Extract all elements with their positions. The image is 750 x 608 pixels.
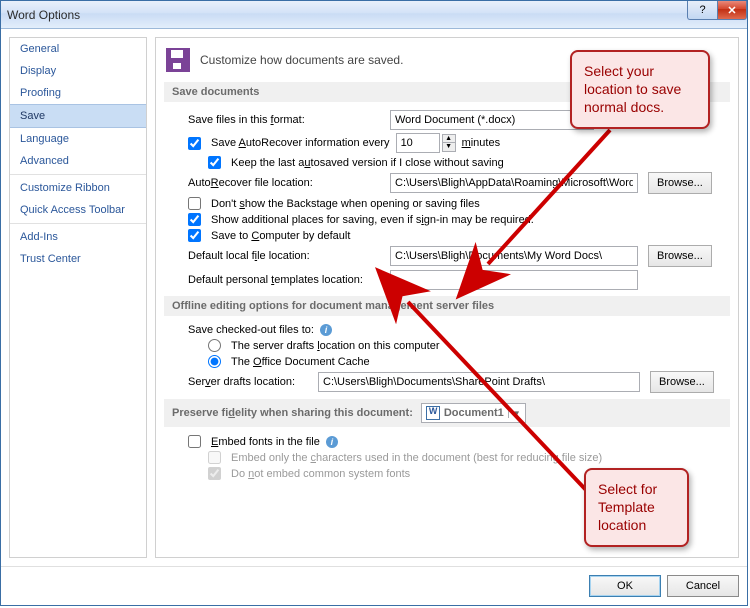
sidebar-item-addins[interactable]: Add-Ins	[10, 226, 146, 248]
keep-last-label: Keep the last autosaved version if I clo…	[231, 157, 504, 169]
page-heading: Customize how documents are saved.	[200, 53, 403, 67]
sidebar-item-trust-center[interactable]: Trust Center	[10, 248, 146, 270]
no-common-fonts-label: Do not embed common system fonts	[231, 468, 410, 480]
sidebar-item-display[interactable]: Display	[10, 60, 146, 82]
callout-bottom: Select for Template location	[584, 468, 689, 547]
server-drafts-label: Server drafts location:	[188, 376, 312, 388]
browse-autorecover-button[interactable]: Browse...	[648, 172, 712, 194]
browse-default-local-button[interactable]: Browse...	[648, 245, 712, 267]
autorecover-loc-input[interactable]	[390, 173, 638, 193]
no-common-fonts-checkbox	[208, 467, 221, 480]
default-local-input[interactable]	[390, 246, 638, 266]
sidebar-item-quick-access[interactable]: Quick Access Toolbar	[10, 199, 146, 221]
titlebar: Word Options ? ✕	[1, 1, 747, 29]
dont-show-backstage-checkbox[interactable]	[188, 197, 201, 210]
embed-chars-checkbox	[208, 451, 221, 464]
preserve-doc-combo[interactable]: Document1 ▼	[421, 403, 526, 423]
embed-fonts-label: Embed fonts in the file	[211, 436, 320, 448]
sidebar: General Display Proofing Save Language A…	[9, 37, 147, 558]
callout-top: Select your location to save normal docs…	[570, 50, 710, 129]
default-templates-input[interactable]	[390, 270, 638, 290]
info-icon[interactable]: i	[320, 324, 332, 336]
radio-office-cache-label: The Office Document Cache	[231, 356, 370, 368]
keep-last-checkbox[interactable]	[208, 156, 221, 169]
radio-office-cache[interactable]	[208, 355, 221, 368]
sidebar-item-save[interactable]: Save	[10, 104, 146, 128]
save-format-select[interactable]: Word Document (*.docx)	[390, 110, 594, 130]
browse-server-drafts-button[interactable]: Browse...	[650, 371, 714, 393]
embed-fonts-checkbox[interactable]	[188, 435, 201, 448]
checked-out-label: Save checked-out files to:	[188, 324, 314, 336]
dialog-button-row: OK Cancel	[1, 566, 747, 605]
section-offline: Offline editing options for document man…	[164, 296, 730, 316]
preserve-doc-name: Document1	[444, 407, 504, 419]
autorecover-loc-label: AutoRecover file location:	[188, 177, 384, 189]
server-drafts-input[interactable]	[318, 372, 640, 392]
autorecover-checkbox[interactable]	[188, 137, 201, 150]
window-buttons: ? ✕	[687, 1, 747, 20]
radio-server-drafts-label: The server drafts location on this compu…	[231, 340, 440, 352]
save-format-label: Save files in this format:	[188, 114, 384, 126]
save-to-computer-checkbox[interactable]	[188, 229, 201, 242]
autorecover-label-pre: Save AutoRecover information every	[211, 137, 390, 149]
help-button[interactable]: ?	[687, 1, 717, 20]
default-templates-label: Default personal templates location:	[188, 274, 384, 286]
embed-chars-label: Embed only the characters used in the do…	[231, 452, 602, 464]
show-additional-label: Show additional places for saving, even …	[211, 214, 534, 226]
ok-button[interactable]: OK	[589, 575, 661, 597]
save-icon	[166, 48, 190, 72]
autorecover-minutes[interactable]	[396, 133, 440, 153]
show-additional-checkbox[interactable]	[188, 213, 201, 226]
radio-server-drafts[interactable]	[208, 339, 221, 352]
sidebar-item-general[interactable]: General	[10, 38, 146, 60]
sidebar-item-advanced[interactable]: Advanced	[10, 150, 146, 172]
default-local-label: Default local file location:	[188, 250, 384, 262]
close-button[interactable]: ✕	[717, 1, 747, 20]
word-doc-icon	[426, 406, 440, 420]
section-preserve: Preserve fidelity when sharing this docu…	[164, 399, 730, 427]
window-title: Word Options	[7, 8, 80, 22]
dont-show-backstage-label: Don't show the Backstage when opening or…	[211, 198, 480, 210]
save-to-computer-label: Save to Computer by default	[211, 230, 350, 242]
info-icon-embed[interactable]: i	[326, 436, 338, 448]
sidebar-item-customize-ribbon[interactable]: Customize Ribbon	[10, 177, 146, 199]
cancel-button[interactable]: Cancel	[667, 575, 739, 597]
sidebar-item-language[interactable]: Language	[10, 128, 146, 150]
autorecover-label-post: minutes	[462, 137, 501, 149]
sidebar-item-proofing[interactable]: Proofing	[10, 82, 146, 104]
